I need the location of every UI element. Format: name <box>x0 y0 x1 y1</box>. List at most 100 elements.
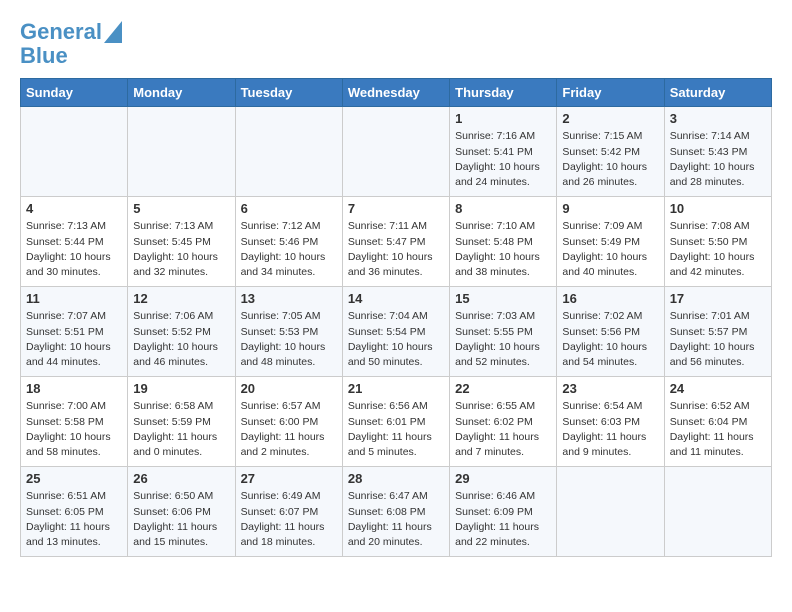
day-info: Sunrise: 6:56 AM Sunset: 6:01 PM Dayligh… <box>348 399 444 460</box>
day-number: 5 <box>133 201 229 216</box>
calendar-cell: 23 Sunrise: 6:54 AM Sunset: 6:03 PM Dayli… <box>557 377 664 467</box>
column-header-friday: Friday <box>557 79 664 107</box>
calendar-cell: 12 Sunrise: 7:06 AM Sunset: 5:52 PM Dayli… <box>128 287 235 377</box>
calendar-cell: 14 Sunrise: 7:04 AM Sunset: 5:54 PM Dayli… <box>342 287 449 377</box>
calendar-cell: 8Sunrise: 7:10 AM Sunset: 5:48 PM Daylig… <box>450 197 557 287</box>
day-info: Sunrise: 7:03 AM Sunset: 5:55 PM Dayligh… <box>455 309 551 370</box>
day-number: 27 <box>241 471 337 486</box>
calendar-cell: 13 Sunrise: 7:05 AM Sunset: 5:53 PM Dayli… <box>235 287 342 377</box>
page-header: General Blue <box>20 20 772 68</box>
calendar-cell: 5 Sunrise: 7:13 AM Sunset: 5:45 PM Daylig… <box>128 197 235 287</box>
day-number: 3 <box>670 111 766 126</box>
day-number: 22 <box>455 381 551 396</box>
day-info: Sunrise: 6:49 AM Sunset: 6:07 PM Dayligh… <box>241 489 337 550</box>
calendar-week-1: 1 Sunrise: 7:16 AM Sunset: 5:41 PM Daylig… <box>21 107 772 197</box>
day-info: Sunrise: 6:54 AM Sunset: 6:03 PM Dayligh… <box>562 399 658 460</box>
day-number: 18 <box>26 381 122 396</box>
day-info: Sunrise: 7:02 AM Sunset: 5:56 PM Dayligh… <box>562 309 658 370</box>
calendar-cell: 9Sunrise: 7:09 AM Sunset: 5:49 PM Daylig… <box>557 197 664 287</box>
day-info: Sunrise: 7:16 AM Sunset: 5:41 PM Dayligh… <box>455 129 551 190</box>
calendar-cell: 10Sunrise: 7:08 AM Sunset: 5:50 PM Dayli… <box>664 197 771 287</box>
day-info: Sunrise: 7:12 AM Sunset: 5:46 PM Dayligh… <box>241 219 337 280</box>
day-info: Sunrise: 7:07 AM Sunset: 5:51 PM Dayligh… <box>26 309 122 370</box>
calendar-cell: 22 Sunrise: 6:55 AM Sunset: 6:02 PM Dayli… <box>450 377 557 467</box>
calendar-cell: 28 Sunrise: 6:47 AM Sunset: 6:08 PM Dayli… <box>342 467 449 557</box>
day-info: Sunrise: 7:05 AM Sunset: 5:53 PM Dayligh… <box>241 309 337 370</box>
day-number: 13 <box>241 291 337 306</box>
calendar-cell: 27 Sunrise: 6:49 AM Sunset: 6:07 PM Dayli… <box>235 467 342 557</box>
calendar-cell: 21 Sunrise: 6:56 AM Sunset: 6:01 PM Dayli… <box>342 377 449 467</box>
column-header-wednesday: Wednesday <box>342 79 449 107</box>
calendar-cell: 20Sunrise: 6:57 AM Sunset: 6:00 PM Dayli… <box>235 377 342 467</box>
header-row: SundayMondayTuesdayWednesdayThursdayFrid… <box>21 79 772 107</box>
day-info: Sunrise: 7:11 AM Sunset: 5:47 PM Dayligh… <box>348 219 444 280</box>
calendar-cell: 19Sunrise: 6:58 AM Sunset: 5:59 PM Dayli… <box>128 377 235 467</box>
column-header-tuesday: Tuesday <box>235 79 342 107</box>
day-number: 29 <box>455 471 551 486</box>
day-info: Sunrise: 6:52 AM Sunset: 6:04 PM Dayligh… <box>670 399 766 460</box>
calendar-week-4: 18 Sunrise: 7:00 AM Sunset: 5:58 PM Dayli… <box>21 377 772 467</box>
logo: General Blue <box>20 20 122 68</box>
day-info: Sunrise: 7:14 AM Sunset: 5:43 PM Dayligh… <box>670 129 766 190</box>
day-number: 16 <box>562 291 658 306</box>
day-info: Sunrise: 7:09 AM Sunset: 5:49 PM Dayligh… <box>562 219 658 280</box>
calendar-cell: 26 Sunrise: 6:50 AM Sunset: 6:06 PM Dayli… <box>128 467 235 557</box>
day-number: 24 <box>670 381 766 396</box>
day-number: 23 <box>562 381 658 396</box>
calendar-cell: 25Sunrise: 6:51 AM Sunset: 6:05 PM Dayli… <box>21 467 128 557</box>
calendar-cell <box>21 107 128 197</box>
day-number: 14 <box>348 291 444 306</box>
calendar-cell <box>342 107 449 197</box>
calendar-cell <box>128 107 235 197</box>
calendar-week-3: 11 Sunrise: 7:07 AM Sunset: 5:51 PM Dayli… <box>21 287 772 377</box>
day-info: Sunrise: 6:51 AM Sunset: 6:05 PM Dayligh… <box>26 489 122 550</box>
calendar-cell: 6 Sunrise: 7:12 AM Sunset: 5:46 PM Daylig… <box>235 197 342 287</box>
calendar-cell <box>235 107 342 197</box>
logo-icon <box>104 21 122 43</box>
day-info: Sunrise: 7:06 AM Sunset: 5:52 PM Dayligh… <box>133 309 229 370</box>
calendar-week-2: 4Sunrise: 7:13 AM Sunset: 5:44 PM Daylig… <box>21 197 772 287</box>
day-number: 20 <box>241 381 337 396</box>
day-info: Sunrise: 7:01 AM Sunset: 5:57 PM Dayligh… <box>670 309 766 370</box>
calendar-cell: 3 Sunrise: 7:14 AM Sunset: 5:43 PM Daylig… <box>664 107 771 197</box>
calendar-cell <box>664 467 771 557</box>
day-number: 28 <box>348 471 444 486</box>
day-info: Sunrise: 7:15 AM Sunset: 5:42 PM Dayligh… <box>562 129 658 190</box>
day-number: 7 <box>348 201 444 216</box>
column-header-saturday: Saturday <box>664 79 771 107</box>
calendar-cell: 1 Sunrise: 7:16 AM Sunset: 5:41 PM Daylig… <box>450 107 557 197</box>
day-number: 4 <box>26 201 122 216</box>
logo-text-line2: Blue <box>20 44 68 68</box>
day-number: 11 <box>26 291 122 306</box>
day-number: 15 <box>455 291 551 306</box>
day-info: Sunrise: 7:08 AM Sunset: 5:50 PM Dayligh… <box>670 219 766 280</box>
day-number: 17 <box>670 291 766 306</box>
calendar-week-5: 25Sunrise: 6:51 AM Sunset: 6:05 PM Dayli… <box>21 467 772 557</box>
day-info: Sunrise: 6:47 AM Sunset: 6:08 PM Dayligh… <box>348 489 444 550</box>
day-info: Sunrise: 7:10 AM Sunset: 5:48 PM Dayligh… <box>455 219 551 280</box>
column-header-sunday: Sunday <box>21 79 128 107</box>
day-number: 19 <box>133 381 229 396</box>
day-info: Sunrise: 6:55 AM Sunset: 6:02 PM Dayligh… <box>455 399 551 460</box>
day-number: 21 <box>348 381 444 396</box>
day-number: 2 <box>562 111 658 126</box>
day-info: Sunrise: 7:00 AM Sunset: 5:58 PM Dayligh… <box>26 399 122 460</box>
day-info: Sunrise: 7:13 AM Sunset: 5:45 PM Dayligh… <box>133 219 229 280</box>
calendar-cell: 7 Sunrise: 7:11 AM Sunset: 5:47 PM Daylig… <box>342 197 449 287</box>
day-number: 6 <box>241 201 337 216</box>
day-info: Sunrise: 6:50 AM Sunset: 6:06 PM Dayligh… <box>133 489 229 550</box>
logo-text-line1: General <box>20 20 102 44</box>
calendar-cell: 4Sunrise: 7:13 AM Sunset: 5:44 PM Daylig… <box>21 197 128 287</box>
day-number: 1 <box>455 111 551 126</box>
calendar-cell: 16 Sunrise: 7:02 AM Sunset: 5:56 PM Dayli… <box>557 287 664 377</box>
calendar-cell: 24 Sunrise: 6:52 AM Sunset: 6:04 PM Dayli… <box>664 377 771 467</box>
day-info: Sunrise: 7:04 AM Sunset: 5:54 PM Dayligh… <box>348 309 444 370</box>
calendar-cell: 18 Sunrise: 7:00 AM Sunset: 5:58 PM Dayli… <box>21 377 128 467</box>
column-header-thursday: Thursday <box>450 79 557 107</box>
day-info: Sunrise: 6:46 AM Sunset: 6:09 PM Dayligh… <box>455 489 551 550</box>
day-number: 12 <box>133 291 229 306</box>
day-number: 26 <box>133 471 229 486</box>
column-header-monday: Monday <box>128 79 235 107</box>
calendar-cell: 11 Sunrise: 7:07 AM Sunset: 5:51 PM Dayli… <box>21 287 128 377</box>
calendar-cell: 15 Sunrise: 7:03 AM Sunset: 5:55 PM Dayli… <box>450 287 557 377</box>
